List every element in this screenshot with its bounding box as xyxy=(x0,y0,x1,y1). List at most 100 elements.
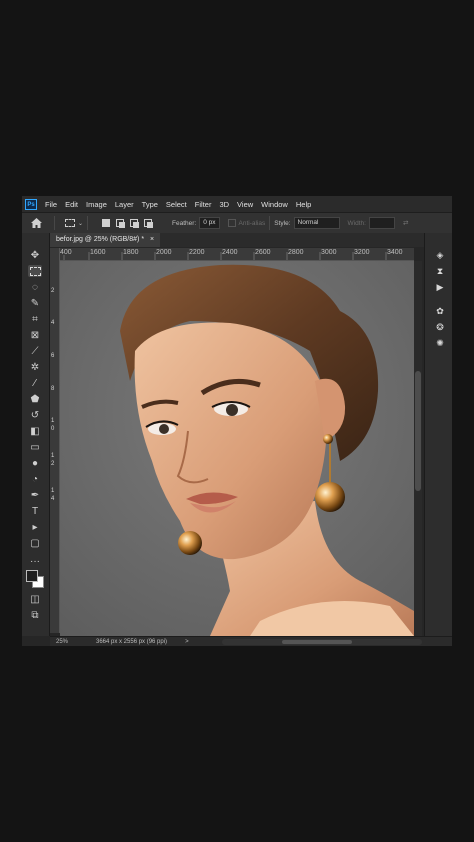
photoshop-window: Ps File Edit Image Layer Type Select Fil… xyxy=(22,196,452,646)
blur-icon[interactable]: ● xyxy=(28,457,42,469)
swap-icon[interactable]: ⇄ xyxy=(403,219,408,227)
vertical-scrollbar[interactable] xyxy=(414,261,422,636)
feather-label: Feather: xyxy=(172,219,197,227)
ruler-label: 1 xyxy=(51,488,55,494)
divider xyxy=(269,216,271,230)
ruler-label: 2800 xyxy=(288,249,304,256)
ruler-label: 4 xyxy=(51,496,55,502)
frame-icon[interactable]: ⊠ xyxy=(28,329,42,341)
spot-healing-icon[interactable]: ✲ xyxy=(28,361,42,373)
divider xyxy=(54,216,55,230)
rectangle-icon[interactable]: ▢ xyxy=(28,537,42,549)
menu-help[interactable]: Help xyxy=(292,200,315,209)
ruler-label: 1 xyxy=(51,418,55,424)
ruler-label: 3000 xyxy=(321,249,337,256)
ruler-label: 0 xyxy=(51,426,55,432)
rectangular-marquee-icon xyxy=(65,219,75,227)
status-bar: 25% 3664 px x 2556 px (96 ppi) > xyxy=(50,636,452,646)
menu-edit[interactable]: Edit xyxy=(61,200,82,209)
menu-view[interactable]: View xyxy=(233,200,257,209)
more-tools-icon[interactable]: ··· xyxy=(28,555,42,567)
feather-input[interactable]: 0 px xyxy=(199,217,220,229)
scrollbar-thumb[interactable] xyxy=(415,371,421,491)
clone-stamp-icon[interactable]: ⬟ xyxy=(28,393,42,405)
ruler-label: 2200 xyxy=(189,249,205,256)
chevron-down-icon: ⌄ xyxy=(78,220,84,227)
ruler-horizontal: 400 1600 1800 2000 2200 2400 2600 2800 3… xyxy=(59,248,414,261)
menu-filter[interactable]: Filter xyxy=(191,200,216,209)
eyedropper-icon[interactable]: ⟋ xyxy=(28,345,42,357)
menu-select[interactable]: Select xyxy=(162,200,191,209)
ruler-label: 1800 xyxy=(123,249,139,256)
lasso-icon[interactable]: ◌ xyxy=(28,281,42,293)
foreground-color-swatch[interactable] xyxy=(26,570,38,582)
ruler-label: 2400 xyxy=(222,249,238,256)
scrollbar-thumb[interactable] xyxy=(282,640,352,644)
document-tab-bar: befor.jpg @ 25% (RGB/8#) * × xyxy=(50,233,424,247)
layers-icon[interactable]: ◈ xyxy=(433,249,447,261)
divider xyxy=(87,216,89,230)
ruler-label: 2000 xyxy=(156,249,172,256)
options-bar: ⌄ Feather: 0 px Anti-alias Style: Normal… xyxy=(22,212,452,234)
history-brush-icon[interactable]: ↺ xyxy=(28,409,42,421)
quick-selection-icon[interactable]: ✎ xyxy=(28,297,42,309)
anti-alias-checkbox[interactable] xyxy=(227,219,236,227)
horizontal-scrollbar[interactable] xyxy=(222,639,422,645)
status-menu-arrow[interactable]: > xyxy=(185,639,189,645)
quick-mask-icon[interactable]: ◫ xyxy=(28,593,42,605)
color-swatches[interactable] xyxy=(26,570,44,588)
ruler-label: 1600 xyxy=(90,249,106,256)
ruler-label: 1 xyxy=(51,453,55,459)
add-to-selection-icon[interactable] xyxy=(116,219,126,228)
style-select[interactable]: Normal xyxy=(293,217,340,229)
menu-image[interactable]: Image xyxy=(82,200,111,209)
document-tab[interactable]: befor.jpg @ 25% (RGB/8#) * × xyxy=(50,233,161,247)
menu-layer[interactable]: Layer xyxy=(111,200,138,209)
document-canvas[interactable] xyxy=(60,261,414,636)
ruler-vertical: 2 4 6 8 1 0 1 2 1 4 xyxy=(50,248,60,633)
actions-icon[interactable]: ▶ xyxy=(433,281,447,293)
ruler-label: 2 xyxy=(51,288,55,294)
app-logo: Ps xyxy=(25,198,37,210)
brush-settings-icon[interactable]: ✺ xyxy=(433,337,447,349)
history-icon[interactable]: ⧗ xyxy=(433,265,447,277)
panel-dock: ◈ ⧗ ▶ ✿ ❂ ✺ xyxy=(424,233,452,636)
screen-mode-icon[interactable]: ⧉ xyxy=(28,609,42,621)
ruler-label: 4 xyxy=(51,320,55,326)
portrait-image xyxy=(60,261,414,636)
ruler-label: 2 xyxy=(51,461,55,467)
gradient-icon[interactable]: ▭ xyxy=(28,441,42,453)
brush-icon[interactable]: ⁄ xyxy=(28,377,42,389)
style-label: Style: xyxy=(274,219,291,227)
ruler-label: 6 xyxy=(51,353,55,359)
ruler-label: 400 xyxy=(60,249,72,256)
document-tab-title: befor.jpg @ 25% (RGB/8#) * xyxy=(56,236,145,243)
eraser-icon[interactable]: ◧ xyxy=(28,425,42,437)
menu-type[interactable]: Type xyxy=(138,200,162,209)
move-icon[interactable]: ✥ xyxy=(28,249,42,261)
new-selection-icon[interactable] xyxy=(102,219,111,227)
subtract-from-selection-icon[interactable] xyxy=(130,219,140,228)
menu-3d[interactable]: 3D xyxy=(215,200,233,209)
type-icon[interactable]: T xyxy=(28,505,42,517)
tool-preset-picker[interactable]: ⌄ xyxy=(65,219,83,227)
adjustments-icon[interactable]: ✿ xyxy=(433,305,447,317)
menu-file[interactable]: File xyxy=(41,200,61,209)
close-icon[interactable]: × xyxy=(150,233,154,247)
styles-icon[interactable]: ❂ xyxy=(433,321,447,333)
home-button[interactable] xyxy=(22,218,50,228)
intersect-selection-icon[interactable] xyxy=(144,219,154,228)
path-selection-icon[interactable]: ▸ xyxy=(28,521,42,533)
pen-icon[interactable]: ✒ xyxy=(28,489,42,501)
home-icon xyxy=(30,218,42,228)
crop-icon[interactable]: ⌗ xyxy=(28,313,42,325)
zoom-level[interactable]: 25% xyxy=(50,639,88,645)
selection-mode-group xyxy=(102,219,154,228)
ruler-label: 3400 xyxy=(387,249,403,256)
menu-window[interactable]: Window xyxy=(257,200,292,209)
anti-alias-label: Anti-alias xyxy=(238,219,266,227)
width-input[interactable] xyxy=(368,217,395,229)
rectangular-marquee-icon[interactable] xyxy=(28,265,42,277)
tools-panel: ✥ ◌ ✎ ⌗ ⊠ ⟋ ✲ ⁄ ⬟ ↺ ◧ ▭ ● ◔ ✒ T ▸ ▢ ··· … xyxy=(22,233,50,636)
dodge-icon[interactable]: ◔ xyxy=(28,473,42,485)
